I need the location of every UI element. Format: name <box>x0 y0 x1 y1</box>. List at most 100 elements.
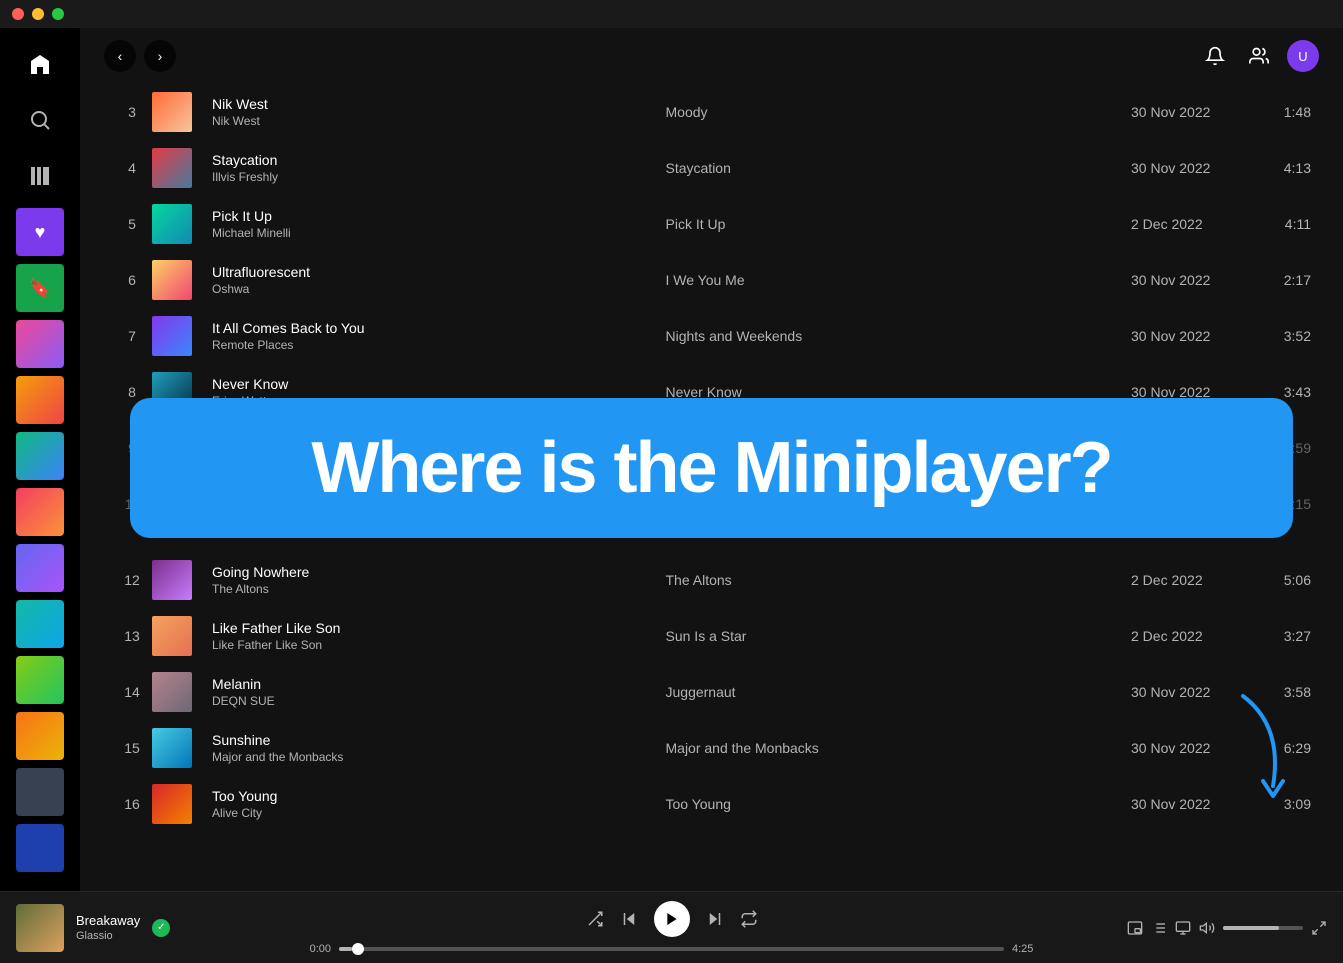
table-row[interactable]: 16 Too Young Alive City Too Young 30 Nov… <box>104 776 1319 832</box>
nav-right: U <box>1199 40 1319 72</box>
volume-button[interactable] <box>1199 920 1215 936</box>
miniplayer-overlay-banner: Where is the Miniplayer? <box>130 398 1293 538</box>
track-duration: 3:27 <box>1251 628 1311 644</box>
fullscreen-button[interactable] <box>1311 920 1327 936</box>
track-artist: The Altons <box>212 582 666 596</box>
app-body: ♥ 🔖 ‹ › <box>0 28 1343 891</box>
track-album: Moody <box>666 104 1132 120</box>
sidebar-playlist-4[interactable] <box>16 376 64 424</box>
track-duration: 3:52 <box>1251 328 1311 344</box>
sidebar-item-home[interactable] <box>16 40 64 88</box>
progress-dot <box>352 943 364 955</box>
table-row[interactable]: 5 Pick It Up Michael Minelli Pick It Up … <box>104 196 1319 252</box>
track-thumbnail <box>152 672 192 712</box>
minimize-button[interactable] <box>32 8 44 20</box>
player-left: Breakaway Glassio ✓ <box>16 904 296 952</box>
track-duration: 1:48 <box>1251 104 1311 120</box>
user-avatar[interactable]: U <box>1287 40 1319 72</box>
track-date: 30 Nov 2022 <box>1131 272 1251 288</box>
table-row[interactable]: 12 Going Nowhere The Altons The Altons 2… <box>104 552 1319 608</box>
sidebar-playlist-3[interactable] <box>16 320 64 368</box>
track-artist: Oshwa <box>212 282 666 296</box>
track-artist: DEQN SUE <box>212 694 666 708</box>
track-album: The Altons <box>666 572 1132 588</box>
table-row[interactable]: 6 Ultrafluorescent Oshwa I We You Me 30 … <box>104 252 1319 308</box>
player-bar: Breakaway Glassio ✓ <box>0 891 1343 963</box>
next-button[interactable] <box>706 910 724 928</box>
track-date: 30 Nov 2022 <box>1131 328 1251 344</box>
track-thumbnail <box>152 148 192 188</box>
track-duration: 2:17 <box>1251 272 1311 288</box>
sidebar-item-search[interactable] <box>16 96 64 144</box>
track-name: Sunshine <box>212 732 666 748</box>
miniplayer-button[interactable] <box>1127 920 1143 936</box>
table-row[interactable]: 15 Sunshine Major and the Monbacks Major… <box>104 720 1319 776</box>
table-row[interactable]: 3 Nik West Nik West Moody 30 Nov 2022 1:… <box>104 84 1319 140</box>
arrow-annotation <box>1223 686 1303 811</box>
table-row[interactable]: 7 It All Comes Back to You Remote Places… <box>104 308 1319 364</box>
track-album: Nights and Weekends <box>666 328 1132 344</box>
track-thumbnail <box>152 560 192 600</box>
sidebar: ♥ 🔖 <box>0 28 80 891</box>
notifications-button[interactable] <box>1199 40 1231 72</box>
sidebar-item-library[interactable] <box>16 152 64 200</box>
track-date: 2 Dec 2022 <box>1131 628 1251 644</box>
progress-fill <box>339 947 352 951</box>
close-button[interactable] <box>12 8 24 20</box>
track-artist: Illvis Freshly <box>212 170 666 184</box>
sidebar-playlists: ♥ 🔖 <box>16 208 64 879</box>
track-thumbnail <box>152 616 192 656</box>
track-duration: 5:06 <box>1251 572 1311 588</box>
track-name: It All Comes Back to You <box>212 320 666 336</box>
volume-bar[interactable] <box>1223 926 1303 930</box>
now-playing-artist: Glassio <box>76 930 140 942</box>
sidebar-playlist-liked[interactable]: ♥ <box>16 208 64 256</box>
sidebar-playlist-9[interactable] <box>16 656 64 704</box>
sidebar-playlist-6[interactable] <box>16 488 64 536</box>
repeat-button[interactable] <box>740 910 758 928</box>
maximize-button[interactable] <box>52 8 64 20</box>
track-artist: Michael Minelli <box>212 226 666 240</box>
sidebar-playlist-8[interactable] <box>16 600 64 648</box>
play-button[interactable] <box>654 901 690 937</box>
track-number: 6 <box>112 272 152 288</box>
track-number: 5 <box>112 216 152 232</box>
track-artist: Alive City <box>212 806 666 820</box>
track-artist: Major and the Monbacks <box>212 750 666 764</box>
progress-bar[interactable] <box>339 947 1004 951</box>
table-row[interactable]: 14 Melanin DEQN SUE Juggernaut 30 Nov 20… <box>104 664 1319 720</box>
previous-button[interactable] <box>620 910 638 928</box>
track-thumbnail <box>152 204 192 244</box>
track-thumbnail <box>152 728 192 768</box>
forward-button[interactable]: › <box>144 40 176 72</box>
sidebar-playlist-11[interactable] <box>16 768 64 816</box>
sidebar-playlist-12[interactable] <box>16 824 64 872</box>
track-duration: 4:11 <box>1251 216 1311 232</box>
sidebar-playlist-10[interactable] <box>16 712 64 760</box>
connect-devices-button[interactable] <box>1175 920 1191 936</box>
top-nav: ‹ › U <box>80 28 1343 84</box>
player-progress: 0:00 4:25 <box>296 943 1047 955</box>
sidebar-playlist-saved[interactable]: 🔖 <box>16 264 64 312</box>
table-row[interactable]: 4 Staycation Illvis Freshly Staycation 3… <box>104 140 1319 196</box>
queue-button[interactable] <box>1151 920 1167 936</box>
sidebar-playlist-5[interactable] <box>16 432 64 480</box>
track-album: I We You Me <box>666 272 1132 288</box>
title-bar <box>0 0 1343 28</box>
track-name: Melanin <box>212 676 666 692</box>
total-time: 4:25 <box>1012 943 1047 955</box>
player-right <box>1047 920 1327 936</box>
track-thumbnail <box>152 784 192 824</box>
back-button[interactable]: ‹ <box>104 40 136 72</box>
track-number: 7 <box>112 328 152 344</box>
sidebar-playlist-7[interactable] <box>16 544 64 592</box>
track-date: 2 Dec 2022 <box>1131 572 1251 588</box>
nav-arrows: ‹ › <box>104 40 176 72</box>
track-duration: 4:13 <box>1251 160 1311 176</box>
table-row[interactable]: 13 Like Father Like Son Like Father Like… <box>104 608 1319 664</box>
volume-fill <box>1223 926 1279 930</box>
track-number: 15 <box>112 740 152 756</box>
friends-button[interactable] <box>1243 40 1275 72</box>
shuffle-button[interactable] <box>586 910 604 928</box>
track-name: Staycation <box>212 152 666 168</box>
